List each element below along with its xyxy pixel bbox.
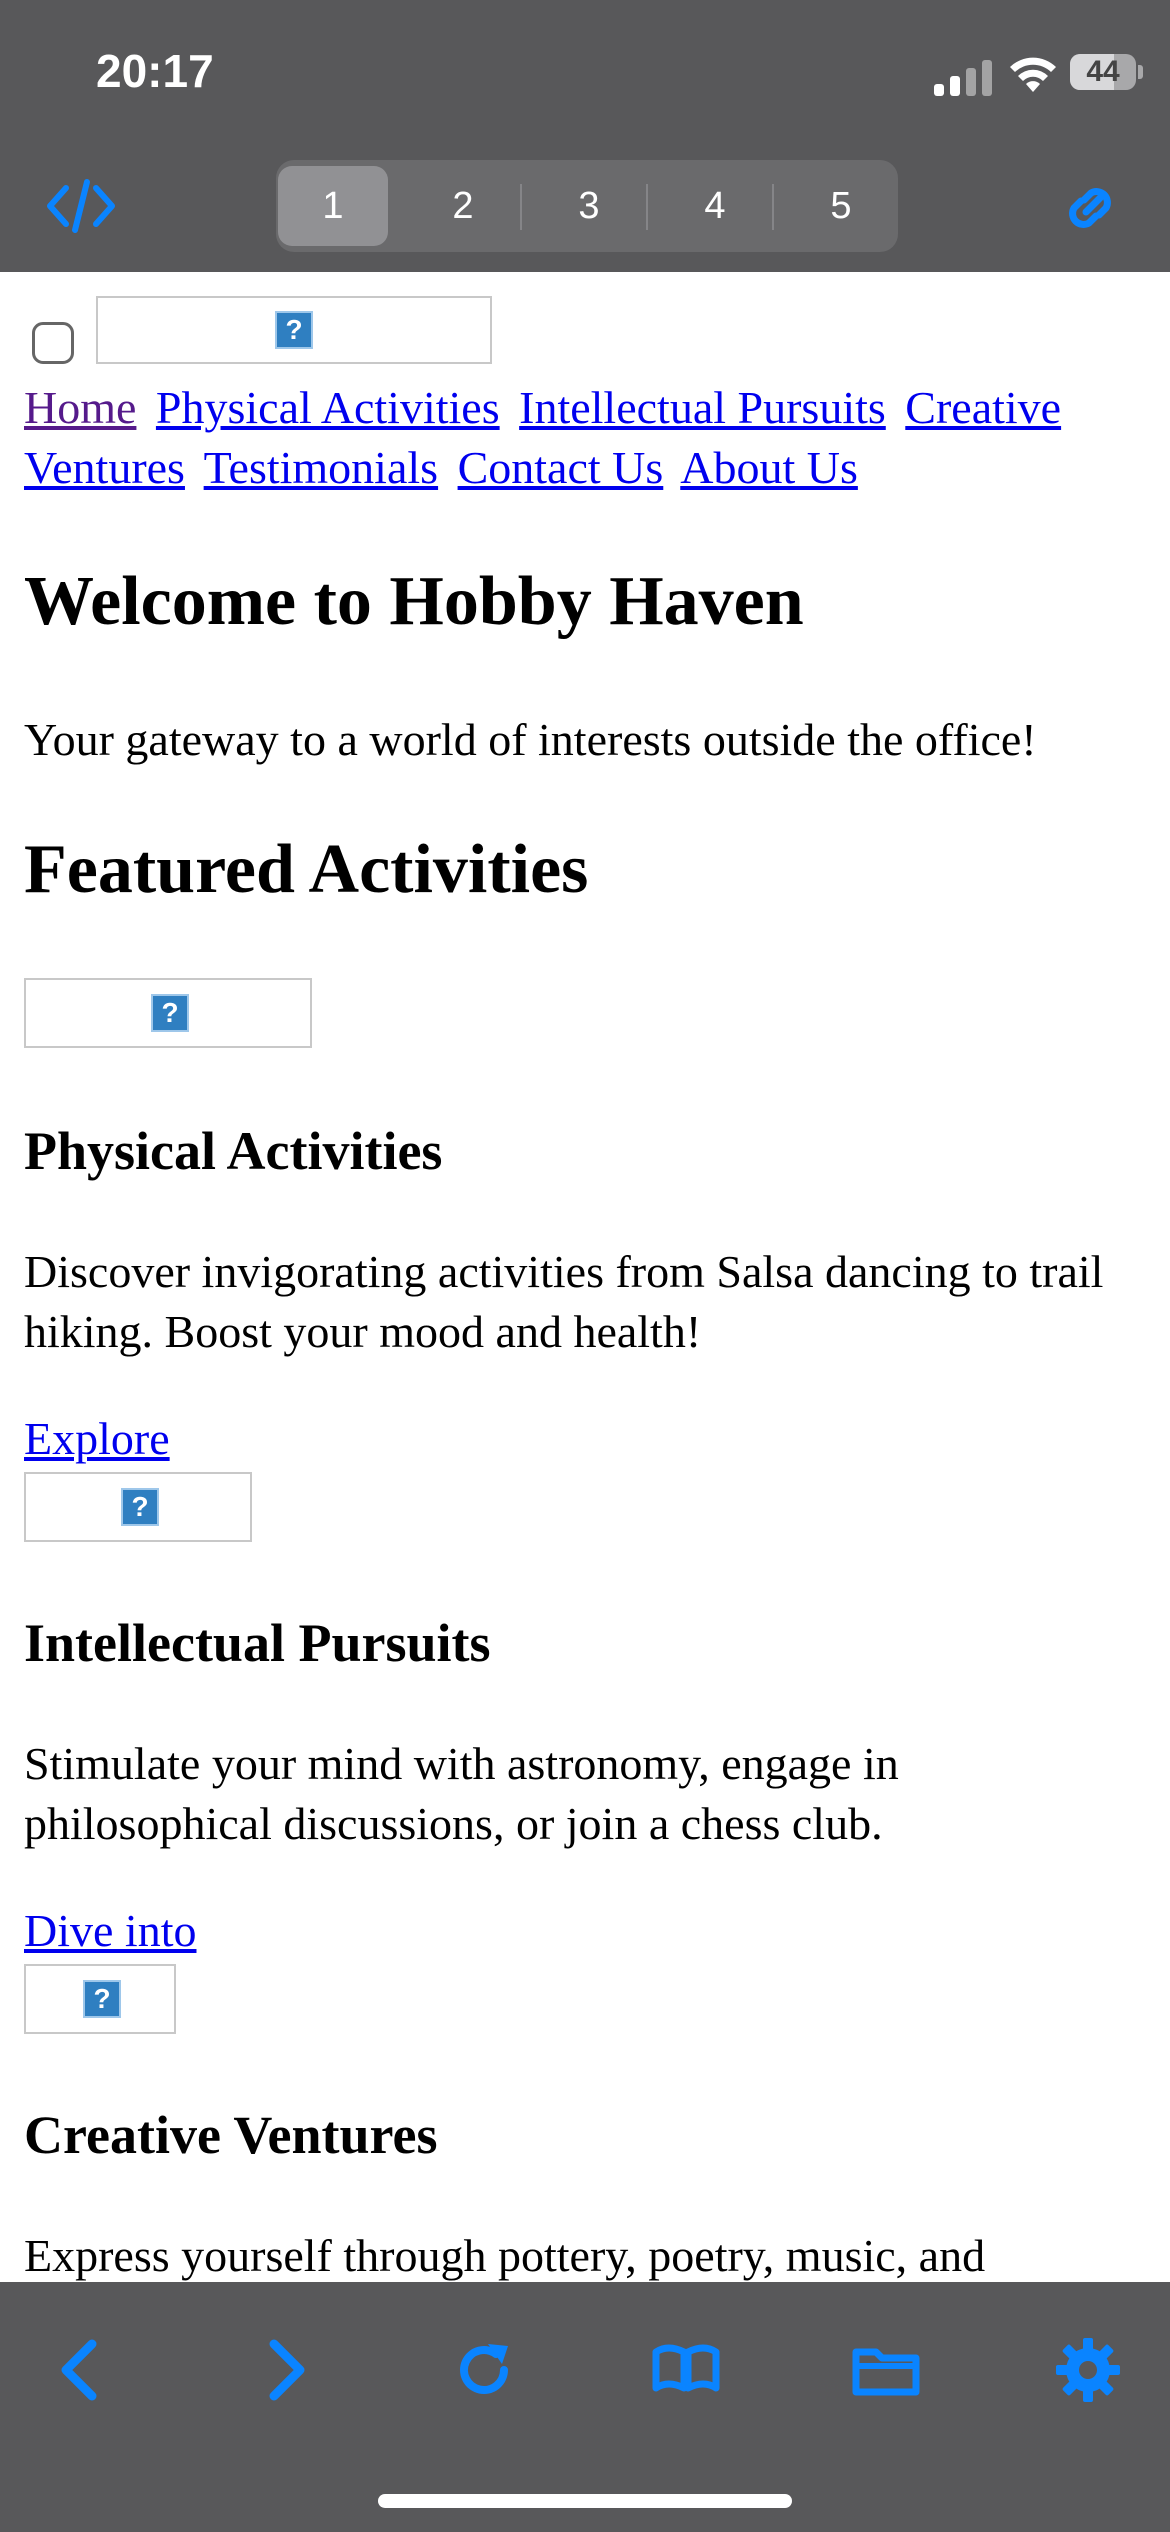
nav-link-home[interactable]: Home xyxy=(24,382,136,433)
tab-4[interactable]: 4 xyxy=(660,166,770,246)
broken-image: ? xyxy=(96,296,492,364)
settings-icon[interactable] xyxy=(1048,2330,1128,2410)
back-icon[interactable] xyxy=(42,2330,122,2410)
broken-image-icon: ? xyxy=(151,994,189,1032)
web-content: ? Home Physical Activities Intellectual … xyxy=(0,272,1170,2282)
explore-link[interactable]: Explore xyxy=(24,1412,170,1465)
section-text-creative: Express yourself through pottery, poetry… xyxy=(24,2230,986,2281)
code-icon[interactable] xyxy=(46,176,116,236)
broken-image-icon: ? xyxy=(275,311,313,349)
tab-divider xyxy=(520,184,522,230)
home-indicator xyxy=(378,2494,792,2508)
bookmarks-icon[interactable] xyxy=(646,2330,726,2410)
wifi-icon xyxy=(1010,57,1056,92)
folder-icon[interactable] xyxy=(846,2330,926,2410)
broken-image: ? xyxy=(24,1472,252,1542)
broken-image: ? xyxy=(24,1964,176,2034)
reload-icon[interactable] xyxy=(444,2330,524,2410)
nav-link-testimonials[interactable]: Testimonials xyxy=(204,442,438,493)
section-heading-intellectual: Intellectual Pursuits xyxy=(24,1613,491,1673)
section-text-physical: Discover invigorating activities from Sa… xyxy=(24,1246,1104,1357)
broken-image-icon: ? xyxy=(121,1488,159,1526)
nav-link-contact-us[interactable]: Contact Us xyxy=(458,442,664,493)
tab-divider xyxy=(772,184,774,230)
tab-divider xyxy=(646,184,648,230)
section-heading-physical: Physical Activities xyxy=(24,1121,443,1181)
link-icon[interactable] xyxy=(1058,176,1122,240)
section-heading-creative: Creative Ventures xyxy=(24,2105,438,2165)
status-time: 20:17 xyxy=(96,45,214,97)
checkbox[interactable] xyxy=(32,322,74,364)
battery-level: 44 xyxy=(1086,55,1120,88)
tab-5[interactable]: 5 xyxy=(786,166,896,246)
nav-link-about-us[interactable]: About Us xyxy=(680,442,858,493)
signal-icon xyxy=(934,56,994,96)
broken-image: ? xyxy=(24,978,312,1048)
dive-into-link[interactable]: Dive into xyxy=(24,1904,196,1957)
battery-icon: 44 xyxy=(1070,54,1143,90)
tab-3[interactable]: 3 xyxy=(534,166,644,246)
top-bar: 20:17 44 1 2 3 4 5 xyxy=(0,0,1170,272)
tagline: Your gateway to a world of interests out… xyxy=(24,714,1037,765)
section-text-intellectual: Stimulate your mind with astronomy, enga… xyxy=(24,1738,899,1849)
page-title: Welcome to Hobby Haven xyxy=(24,563,804,640)
tab-1[interactable]: 1 xyxy=(278,166,388,246)
broken-image-icon: ? xyxy=(83,1980,121,2018)
nav-link-physical-activities[interactable]: Physical Activities xyxy=(156,382,500,433)
nav-bar: Home Physical Activities Intellectual Pu… xyxy=(24,378,1144,498)
tab-2[interactable]: 2 xyxy=(408,166,518,246)
featured-heading: Featured Activities xyxy=(24,831,589,908)
forward-icon[interactable] xyxy=(244,2330,324,2410)
nav-link-intellectual-pursuits[interactable]: Intellectual Pursuits xyxy=(519,382,886,433)
tab-selector: 1 2 3 4 5 xyxy=(276,160,898,252)
